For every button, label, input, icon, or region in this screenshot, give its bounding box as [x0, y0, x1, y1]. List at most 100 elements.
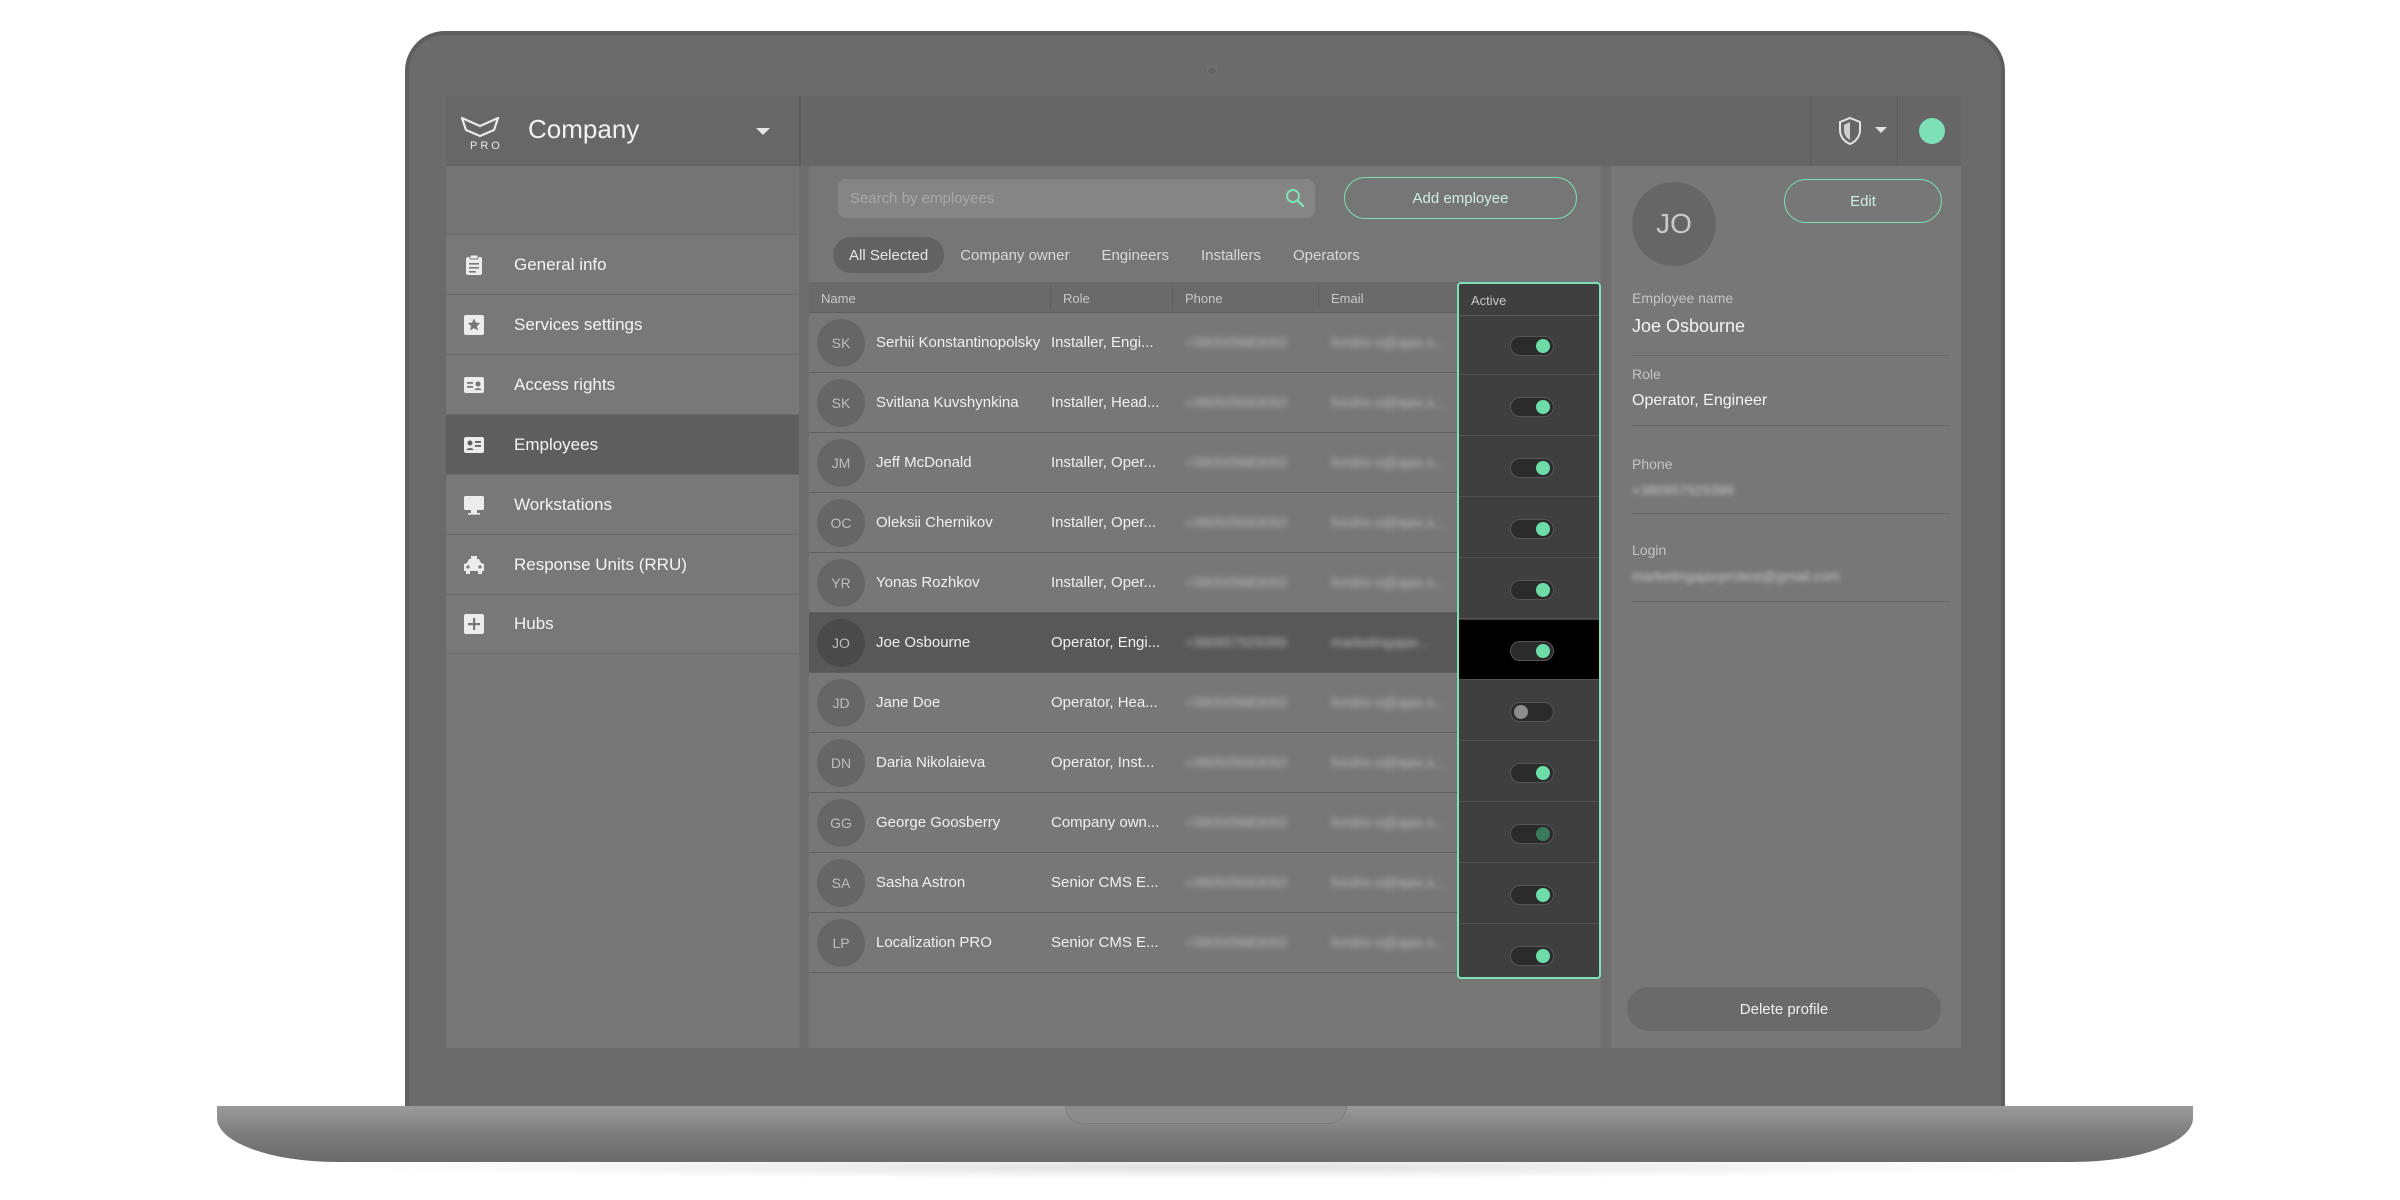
- delete-profile-button[interactable]: Delete profile: [1627, 987, 1941, 1031]
- sidebar-item-general-info[interactable]: General info: [446, 234, 799, 294]
- laptop-notch: [1065, 1106, 1347, 1124]
- sidebar-item-access-rights[interactable]: Access rights: [446, 354, 799, 414]
- sidebar-item-response-units-rru[interactable]: Response Units (RRU): [446, 534, 799, 594]
- active-toggle[interactable]: [1510, 519, 1554, 539]
- column-header-role[interactable]: Role: [1063, 291, 1090, 306]
- employee-phone: +380957929399: [1185, 634, 1287, 650]
- employee-phone: +380505683050: [1185, 934, 1287, 950]
- employee-phone: +380505683050: [1185, 814, 1287, 830]
- active-toggle[interactable]: [1510, 763, 1554, 783]
- filter-engineers[interactable]: Engineers: [1085, 237, 1185, 273]
- avatar: OC: [817, 499, 865, 547]
- security-menu[interactable]: [1833, 114, 1893, 148]
- field-label: Role: [1632, 366, 1661, 382]
- active-cell: [1459, 864, 1599, 924]
- logo-text: PRO: [470, 140, 503, 152]
- employee-email: fondre-o@ajax.s...: [1331, 874, 1446, 890]
- sidebar-item-services-settings[interactable]: Services settings: [446, 294, 799, 354]
- filter-all-selected[interactable]: All Selected: [833, 237, 945, 273]
- field-value: marketingajaxprotest@gmail.com: [1632, 568, 1840, 584]
- sidebar-item-hubs[interactable]: Hubs: [446, 594, 799, 654]
- search-input[interactable]: Search by employees: [838, 179, 1315, 218]
- employee-name: Jane Doe: [876, 694, 941, 711]
- toggle-knob: [1536, 766, 1550, 780]
- avatar: SA: [817, 859, 865, 907]
- active-toggle[interactable]: [1510, 397, 1554, 417]
- employee-phone: +380505683050: [1185, 694, 1287, 710]
- employee-role: Operator, Engi...: [1051, 634, 1161, 651]
- employee-name: Yonas Rozhkov: [876, 574, 980, 591]
- employee-email: fondre-o@ajax.s...: [1331, 334, 1446, 350]
- active-cell: [1459, 681, 1599, 741]
- active-toggle[interactable]: [1510, 824, 1554, 844]
- toggle-knob: [1536, 888, 1550, 902]
- add-employee-button[interactable]: Add employee: [1344, 177, 1577, 219]
- column-divider: [1318, 286, 1319, 308]
- active-cell: [1459, 803, 1599, 863]
- active-toggle[interactable]: [1510, 702, 1554, 722]
- employee-role: Senior CMS E...: [1051, 874, 1159, 891]
- employee-email: fondre-o@ajax.s...: [1331, 754, 1446, 770]
- column-header-active[interactable]: Active: [1471, 293, 1506, 308]
- active-toggle[interactable]: [1510, 946, 1554, 966]
- employee-role: Installer, Engi...: [1051, 334, 1154, 351]
- avatar: SK: [817, 379, 865, 427]
- employee-name: Svitlana Kuvshynkina: [876, 394, 1019, 411]
- field-label: Employee name: [1632, 290, 1734, 306]
- active-toggle[interactable]: [1510, 336, 1554, 356]
- edit-button[interactable]: Edit: [1784, 179, 1942, 223]
- sidebar-item-label: Hubs: [514, 614, 554, 633]
- car-icon: [463, 554, 485, 576]
- column-header-email[interactable]: Email: [1331, 291, 1364, 306]
- sidebar-item-label: General info: [514, 254, 607, 274]
- active-toggle[interactable]: [1510, 641, 1554, 661]
- filter-operators[interactable]: Operators: [1277, 237, 1376, 273]
- employee-name: Jeff McDonald: [876, 454, 972, 471]
- toggle-knob: [1536, 827, 1550, 841]
- filter-installers[interactable]: Installers: [1185, 237, 1277, 273]
- sidebar-item-workstations[interactable]: Workstations: [446, 474, 799, 534]
- column-header-phone[interactable]: Phone: [1185, 291, 1223, 306]
- chevron-down-icon[interactable]: [1875, 127, 1887, 133]
- plus-box-icon: [463, 613, 485, 635]
- employee-role: Installer, Oper...: [1051, 574, 1157, 591]
- field-value: Operator, Engineer: [1632, 392, 1768, 409]
- employee-phone: +380505683050: [1185, 754, 1287, 770]
- employee-role: Installer, Oper...: [1051, 454, 1157, 471]
- status-dot[interactable]: [1919, 118, 1945, 144]
- employee-email: fondre-o@ajax.s...: [1331, 574, 1446, 590]
- active-toggle[interactable]: [1510, 885, 1554, 905]
- active-cell: [1459, 925, 1599, 977]
- avatar: DN: [817, 739, 865, 787]
- sidebar-item-label: Services settings: [514, 314, 643, 334]
- employee-email: fondre-o@ajax.s...: [1331, 814, 1446, 830]
- monitor-icon: [463, 494, 485, 516]
- company-selector[interactable]: PRO Company: [446, 96, 799, 166]
- filter-company-owner[interactable]: Company owner: [944, 237, 1085, 273]
- active-cell: [1459, 742, 1599, 802]
- column-header-name[interactable]: Name: [821, 291, 856, 306]
- search-icon[interactable]: [1285, 188, 1305, 208]
- employee-phone: +380505683050: [1185, 334, 1287, 350]
- employee-email: fondre-o@ajax.s...: [1331, 514, 1446, 530]
- chevron-down-icon[interactable]: [756, 128, 770, 135]
- avatar: JO: [817, 619, 865, 667]
- employee-phone: +380505683050: [1185, 454, 1287, 470]
- active-cell: [1459, 376, 1599, 436]
- active-toggle[interactable]: [1510, 580, 1554, 600]
- field-label: Phone: [1632, 456, 1673, 472]
- employee-role: Company own...: [1051, 814, 1160, 831]
- column-divider: [1172, 286, 1173, 308]
- avatar: JM: [817, 439, 865, 487]
- sidebar-item-employees[interactable]: Employees: [446, 414, 799, 474]
- employees-panel: Search by employees Add employee All Sel…: [809, 166, 1601, 1048]
- toggle-knob: [1536, 522, 1550, 536]
- role-field: Role Operator, Engineer: [1632, 366, 1950, 426]
- field-value: +380957929399: [1632, 482, 1734, 498]
- star-icon: [463, 314, 485, 336]
- employee-name-field: Employee name Joe Osbourne: [1632, 290, 1950, 356]
- active-cell: [1459, 498, 1599, 558]
- employee-phone: +380505683050: [1185, 574, 1287, 590]
- active-toggle[interactable]: [1510, 458, 1554, 478]
- employee-card-icon: [463, 434, 485, 456]
